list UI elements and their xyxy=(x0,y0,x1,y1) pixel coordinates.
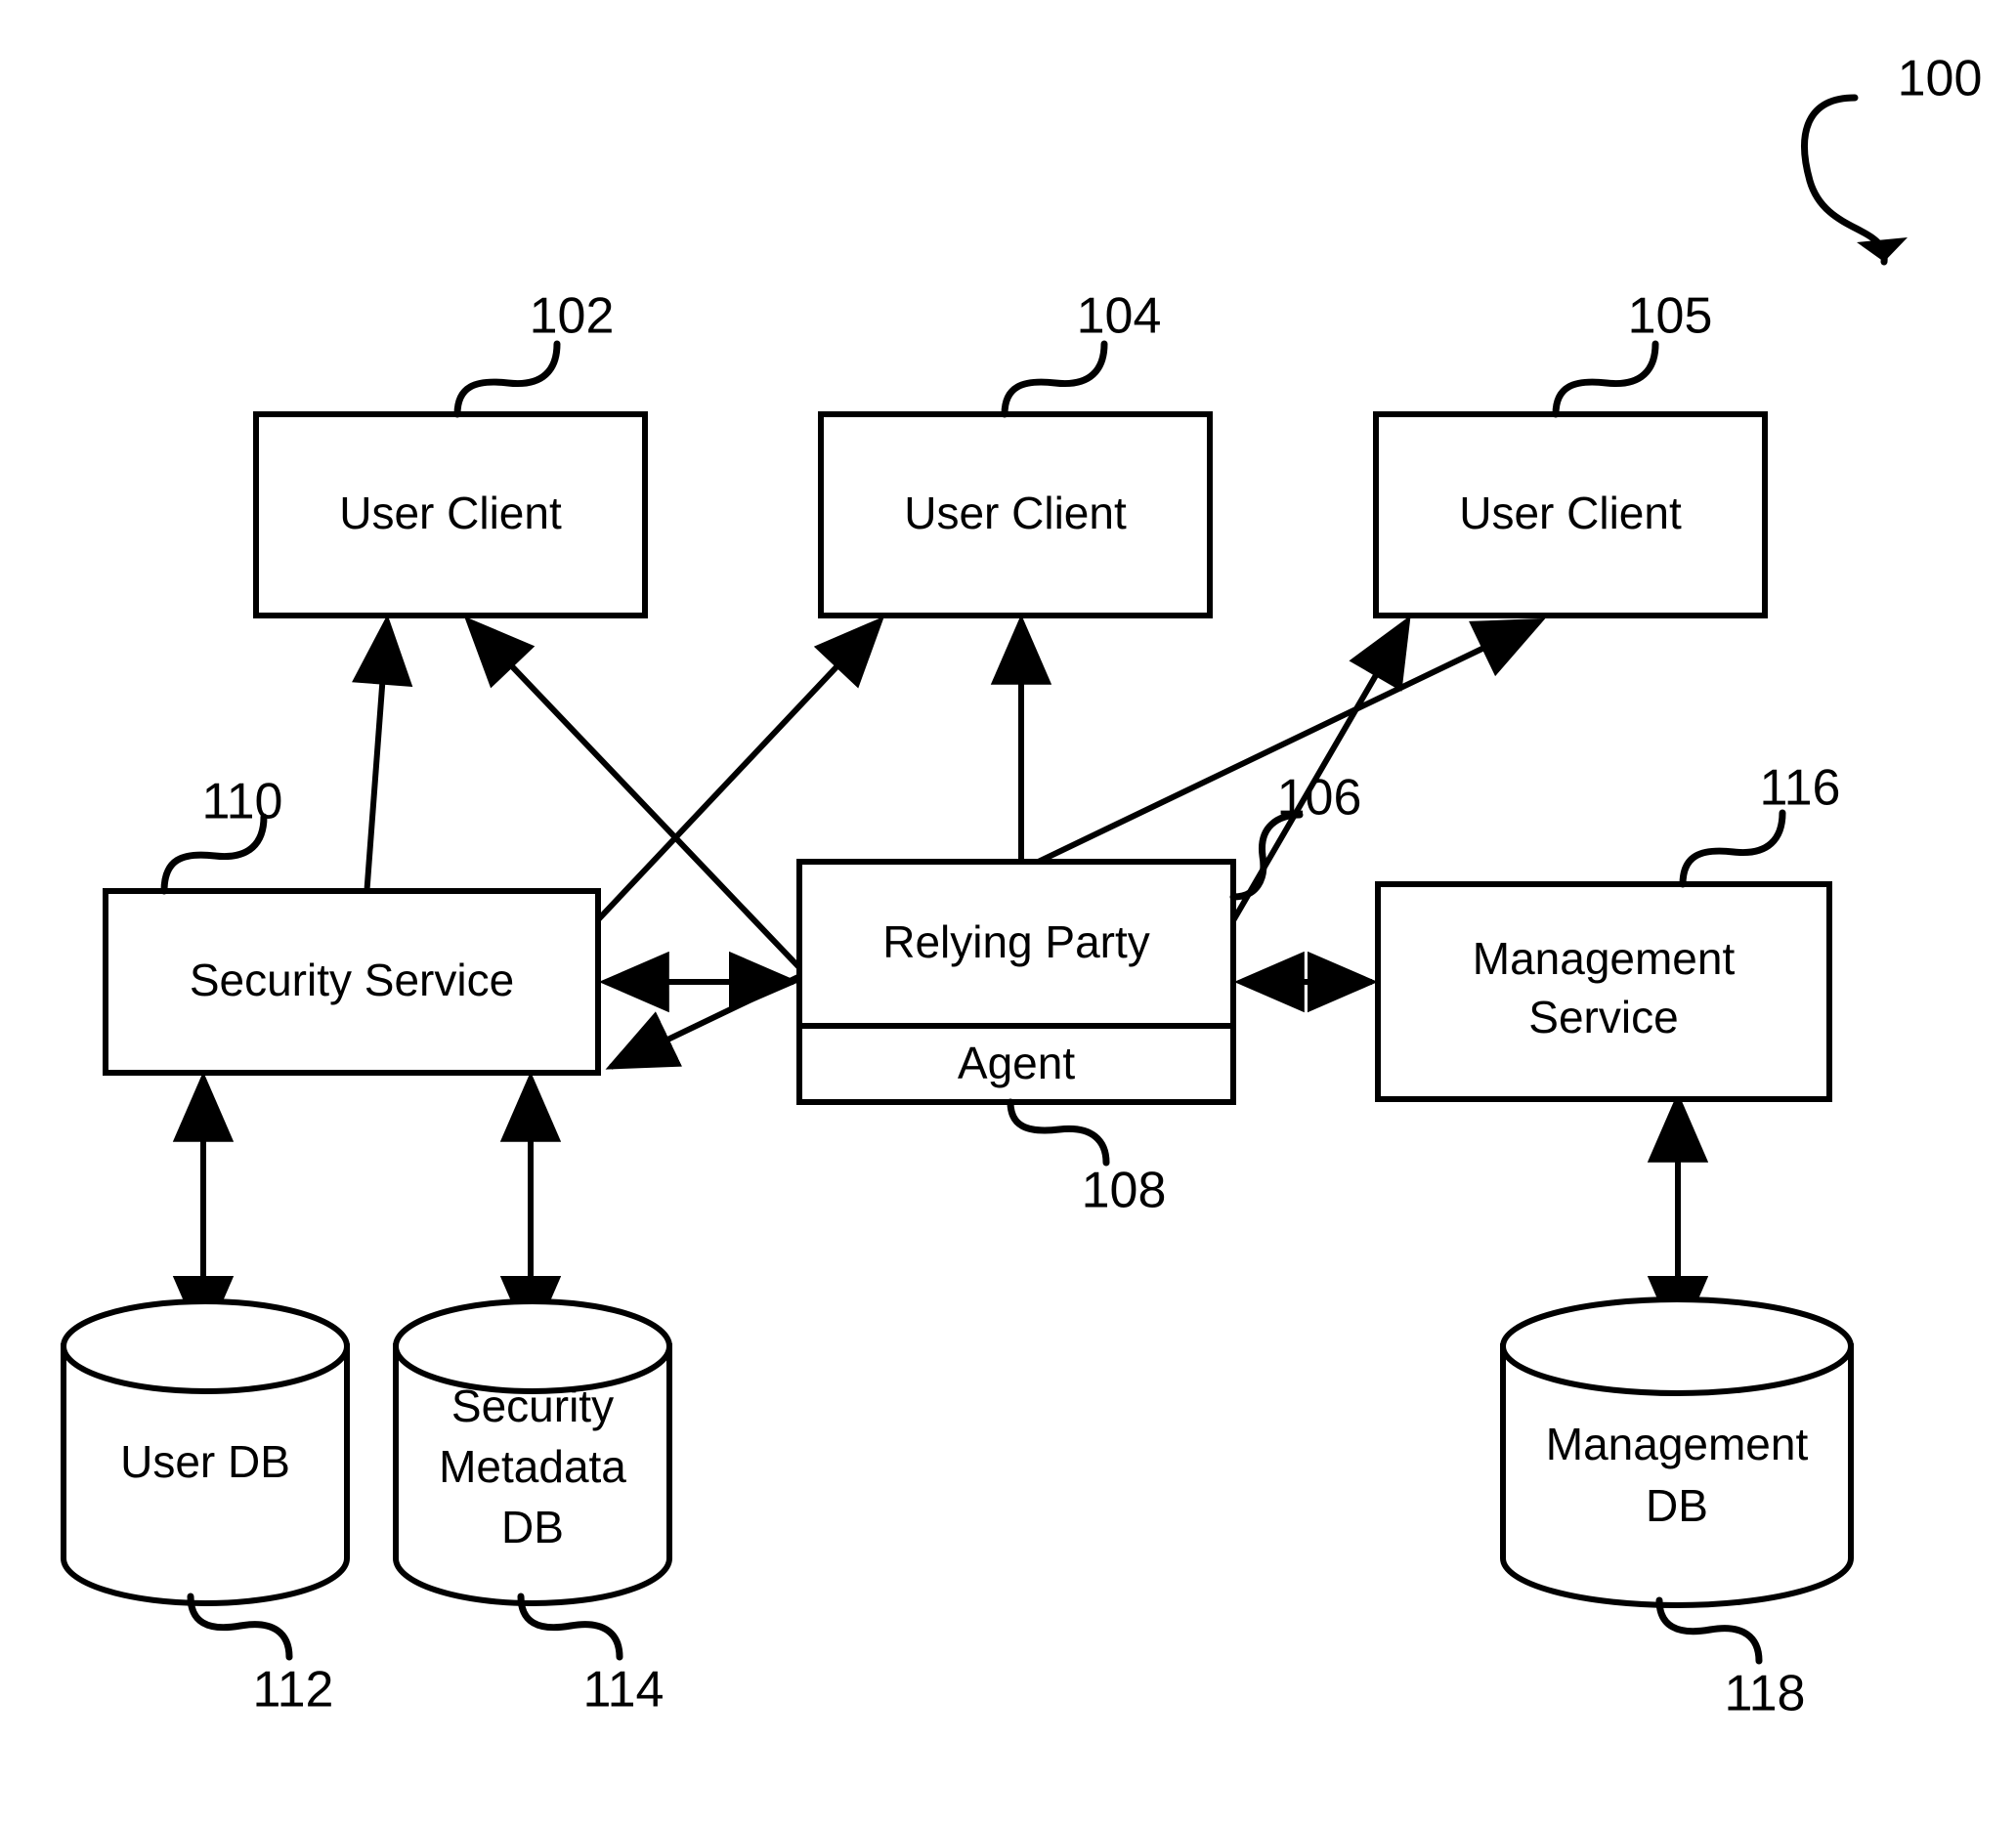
figure-ref-100-arrowhead xyxy=(1857,237,1908,262)
security-service-label: Security Service xyxy=(190,955,514,1005)
node-security-service-group: Security Service 110 xyxy=(103,774,601,1076)
user-client-3-ref-leader xyxy=(1552,340,1659,418)
security-metadata-db-label-line3: DB xyxy=(501,1502,564,1552)
management-db-ref-text: 118 xyxy=(1725,1666,1806,1722)
figure-ref-100-group: 100 xyxy=(1801,51,1983,266)
management-db-ref-leader xyxy=(1655,1596,1763,1665)
security-service-ref-text: 110 xyxy=(202,774,283,830)
node-security-metadata-db-group: Security Metadata DB 114 xyxy=(393,1298,672,1719)
patent-figure: 100 User Client 102 User Client 104 User… xyxy=(0,0,2016,1827)
relying-party-ref-text: 106 xyxy=(1277,770,1362,827)
management-db-label-line2: DB xyxy=(1646,1480,1708,1531)
security-metadata-db-cylinder-top xyxy=(393,1298,672,1394)
figure-ref-100-text: 100 xyxy=(1898,51,1983,107)
user-client-2-ref-leader xyxy=(1001,340,1108,418)
node-management-db-group: Management DB 118 xyxy=(1500,1296,1854,1722)
user-db-cylinder-top xyxy=(61,1298,350,1394)
user-client-2-label: User Client xyxy=(904,488,1127,538)
user-client-1-ref-text: 102 xyxy=(530,288,615,345)
security-metadata-db-label-line2: Metadata xyxy=(439,1441,626,1492)
node-relying-party-group: Relying Party Agent 106 108 xyxy=(796,770,1362,1219)
agent-ref-text: 108 xyxy=(1082,1163,1167,1219)
user-db-ref-text: 112 xyxy=(253,1662,334,1719)
management-service-ref-leader xyxy=(1679,809,1786,888)
agent-label: Agent xyxy=(958,1038,1075,1088)
user-client-1-ref-leader xyxy=(453,340,561,418)
node-user-client-1-group: User Client 102 xyxy=(253,288,648,618)
figure-ref-100-leader xyxy=(1801,94,1888,266)
security-metadata-db-ref-text: 114 xyxy=(583,1662,665,1719)
relying-party-label: Relying Party xyxy=(882,916,1150,967)
agent-ref-leader xyxy=(1007,1098,1110,1167)
management-service-label-line1: Management xyxy=(1473,933,1736,984)
management-db-cylinder-top xyxy=(1500,1296,1854,1396)
user-client-2-ref-text: 104 xyxy=(1077,288,1162,345)
user-client-3-label: User Client xyxy=(1459,488,1682,538)
management-service-label-line2: Service xyxy=(1528,992,1678,1042)
node-management-service-group: Management Service 116 xyxy=(1375,760,1841,1102)
user-client-1-label: User Client xyxy=(339,488,562,538)
node-user-db-group: User DB 112 xyxy=(61,1298,350,1719)
node-user-client-3-group: User Client 105 xyxy=(1373,288,1768,618)
management-service-ref-text: 116 xyxy=(1760,760,1841,817)
node-user-client-2-group: User Client 104 xyxy=(818,288,1213,618)
security-metadata-db-label-line1: Security xyxy=(451,1381,614,1431)
user-db-label: User DB xyxy=(120,1436,290,1487)
management-db-label-line1: Management xyxy=(1546,1419,1809,1469)
user-client-3-ref-text: 105 xyxy=(1628,288,1713,345)
diagram-canvas: 100 User Client 102 User Client 104 User… xyxy=(61,51,1983,1722)
